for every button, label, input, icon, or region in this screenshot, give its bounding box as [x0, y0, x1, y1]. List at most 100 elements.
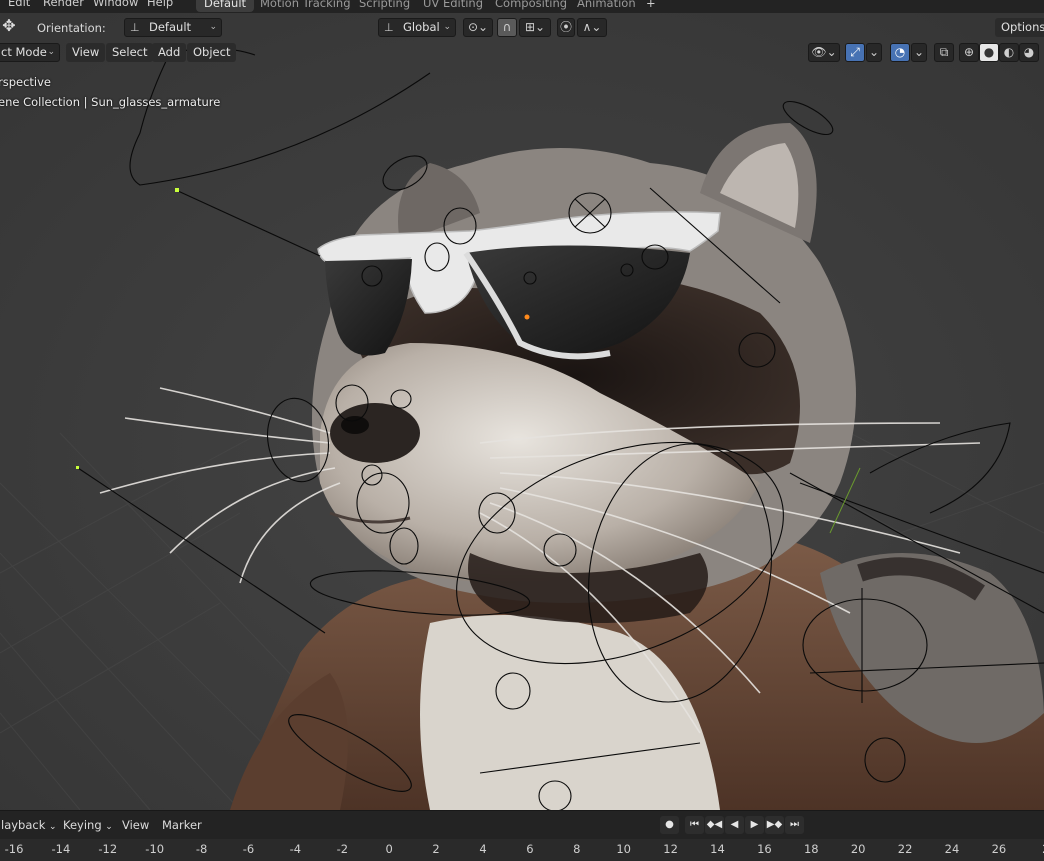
play-icon: ▶ [750, 819, 759, 830]
prev-keyframe-button[interactable]: ◆◀ [705, 816, 724, 834]
wireframe-shading-button[interactable]: ⊕ [959, 43, 979, 62]
eye-icon: 👁⌄ [811, 45, 837, 59]
view-menu[interactable]: View [66, 43, 106, 62]
tab-compositing[interactable]: Compositing [487, 0, 575, 12]
solid-sphere-icon: ● [983, 45, 995, 59]
snap-toggle[interactable]: ∩ [497, 18, 517, 37]
timeline-editor: layback ⌄ Keying ⌄ View Marker ● ⏮ ◆◀ ◀ … [0, 810, 1044, 861]
transform-orientation-dropdown[interactable]: ⊥ Global ⌄ [378, 18, 456, 37]
options-button[interactable]: Options [995, 18, 1044, 37]
object-menu[interactable]: Object [187, 43, 237, 62]
playback-menu-label: layback [1, 818, 46, 832]
frame-tick-label: -14 [51, 842, 71, 856]
marker-menu[interactable]: Marker [157, 815, 207, 835]
overlays-icon: ◔ [894, 45, 906, 59]
next-keyframe-button[interactable]: ▶◆ [765, 816, 784, 834]
chevron-down-icon: ⌄ [443, 22, 451, 32]
menu-help[interactable]: Help [147, 0, 173, 9]
xray-icon: ⧉ [939, 45, 949, 59]
menu-edit[interactable]: Edit [8, 0, 30, 9]
frame-ruler[interactable]: -16 -14 -12 -10 -8 -6 -4 -2 0 2 4 6 8 10 12 14 16 18 20 22 2… [0, 839, 1044, 861]
select-menu[interactable]: Select [106, 43, 154, 62]
frame-tick-label: 20 [850, 842, 866, 856]
orientation-value: Default [149, 20, 192, 34]
frame-tick-label: 26 [991, 842, 1007, 856]
frame-tick-label: 18 [803, 842, 819, 856]
frame-tick-label: -6 [242, 842, 255, 856]
chevron-down-icon: ⌄ [913, 45, 925, 59]
frame-tick-label: -16 [4, 842, 24, 856]
gizmo-toggle[interactable]: ⤢ [845, 43, 865, 62]
overlays-dropdown[interactable]: ⌄ [911, 43, 927, 62]
frame-tick-label: 10 [616, 842, 632, 856]
timeline-view-menu[interactable]: View [117, 815, 154, 835]
frame-tick-label: -12 [98, 842, 118, 856]
frame-tick-label: 24 [944, 842, 960, 856]
menu-render[interactable]: Render [43, 0, 84, 9]
frame-tick-label: 4 [479, 842, 487, 856]
frame-tick-label: -10 [145, 842, 165, 856]
frame-tick-label: 0 [385, 842, 393, 856]
snap-increment-icon: ⊞⌄ [524, 20, 546, 34]
add-workspace-button[interactable]: + [638, 0, 664, 12]
3d-viewport[interactable]: ✥ Orientation: ⊥ Default ⌄ ⊥ Global ⌄ ⊙⌄… [0, 13, 1044, 810]
jump-start-icon: ⏮ [690, 819, 699, 830]
jump-end-icon: ⏭ [790, 819, 799, 830]
transform-axes-icon: ⊥ [384, 21, 394, 34]
keying-menu[interactable]: Keying ⌄ [58, 815, 118, 835]
rendered-sphere-icon: ◕ [1023, 45, 1035, 59]
transform-orientation-value: Global [403, 20, 440, 34]
tab-uv-editing[interactable]: UV Editing [415, 0, 491, 12]
raccoon-nose [330, 403, 420, 463]
tab-scripting[interactable]: Scripting [351, 0, 418, 12]
play-reverse-icon: ◀ [730, 819, 739, 830]
pivot-icon: ⊙⌄ [467, 20, 489, 34]
tab-default[interactable]: Default [196, 0, 255, 12]
frame-tick-label: -4 [289, 842, 302, 856]
transform-gizmo-icon[interactable]: ✥ [0, 17, 18, 35]
collection-label: ene Collection | Sun_glasses_armature [0, 95, 221, 109]
playback-menu[interactable]: layback ⌄ [0, 815, 62, 835]
next-keyframe-icon: ▶◆ [766, 819, 783, 830]
chevron-down-icon: ⌄ [47, 47, 55, 57]
top-menubar: Edit Render Window Help Default Motion T… [0, 0, 1044, 13]
record-button[interactable]: ● [660, 816, 679, 834]
jump-end-button[interactable]: ⏭ [785, 816, 804, 834]
chevron-down-icon: ⌄ [209, 22, 217, 32]
menu-window[interactable]: Window [93, 0, 138, 9]
proportional-falloff-dropdown[interactable]: ∧⌄ [577, 18, 607, 37]
add-menu[interactable]: Add [152, 43, 187, 62]
visibility-dropdown[interactable]: 👁⌄ [808, 43, 840, 62]
tab-motion-tracking[interactable]: Motion Tracking [252, 0, 359, 12]
pivot-point-button[interactable]: ⊙⌄ [463, 18, 493, 37]
gizmo-dropdown[interactable]: ⌄ [866, 43, 882, 62]
orientation-dropdown[interactable]: ⊥ Default ⌄ [124, 18, 222, 37]
overlays-toggle[interactable]: ◔ [890, 43, 910, 62]
tab-animation[interactable]: Animation [569, 0, 644, 12]
proportional-edit-toggle[interactable]: ⦿ [557, 18, 575, 37]
solid-shading-button[interactable]: ● [979, 43, 999, 62]
jump-start-button[interactable]: ⏮ [685, 816, 704, 834]
xray-toggle[interactable]: ⧉ [934, 43, 954, 62]
snap-target-dropdown[interactable]: ⊞⌄ [519, 18, 551, 37]
chevron-down-icon: ⌄ [49, 822, 57, 832]
orientation-label: Orientation: [37, 21, 106, 35]
frame-tick-label: 12 [663, 842, 678, 856]
frame-tick-label: -2 [336, 842, 349, 856]
view-name-label: rspective [0, 75, 52, 89]
frame-tick-label: 2 [432, 842, 440, 856]
rendered-shading-button[interactable]: ◕ [1019, 43, 1039, 62]
play-reverse-button[interactable]: ◀ [725, 816, 744, 834]
chevron-down-icon: ⌄ [868, 45, 880, 59]
object-origin [524, 314, 530, 320]
material-shading-button[interactable]: ◐ [999, 43, 1019, 62]
material-sphere-icon: ◐ [1003, 45, 1015, 59]
record-icon: ● [665, 819, 674, 830]
mode-value: ct Mode [1, 45, 47, 59]
mode-dropdown[interactable]: ct Mode ⌄ [0, 43, 60, 62]
frame-tick-label: 22 [897, 842, 913, 856]
frame-tick-label: 8 [573, 842, 581, 856]
chevron-down-icon: ⌄ [105, 822, 113, 832]
keying-menu-label: Keying [63, 818, 102, 832]
play-button[interactable]: ▶ [745, 816, 764, 834]
